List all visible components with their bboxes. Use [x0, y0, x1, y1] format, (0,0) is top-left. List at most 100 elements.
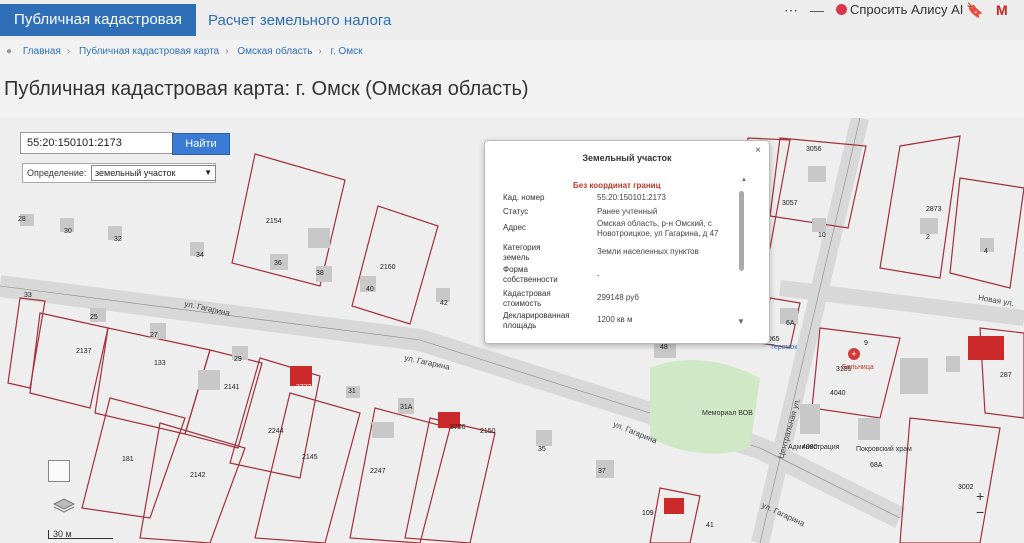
zoom-out-button[interactable]: −	[976, 504, 984, 520]
parcel-label: 30	[64, 228, 72, 235]
parcel-label: 34	[196, 252, 204, 259]
row-label: Форма собственности	[503, 265, 558, 284]
pin-icon: ●	[6, 46, 13, 57]
parcel-label: 2247	[370, 468, 386, 475]
poi-memorial[interactable]: Мемориал ВОВ	[702, 410, 753, 417]
parcel-label: 27	[150, 332, 158, 339]
parcel-label: 41	[706, 522, 714, 529]
parcel-label: 3772	[296, 384, 312, 391]
parcel-label: 2227	[666, 514, 682, 521]
parcel-label: 32	[114, 236, 122, 243]
parcel-label: 2244	[268, 428, 284, 435]
row-value: Ранее учтенный	[597, 207, 658, 216]
popup-warning: Без координат границ	[573, 181, 661, 190]
parcel-label: 48	[660, 344, 668, 351]
parcel-label: 4040	[830, 390, 846, 397]
parcel-label: 28	[18, 216, 26, 223]
parcel-info-popup: Земельный участок × Без координат границ…	[484, 140, 770, 344]
parcel-label: 2	[926, 234, 930, 241]
row-value: -	[597, 271, 600, 280]
parcel-label: 42	[440, 300, 448, 307]
row-value: 1200 кв м	[597, 315, 633, 324]
parcel-label: 10	[818, 232, 826, 239]
parcel-label: 3057	[782, 200, 798, 207]
poi-admin[interactable]: Администрация	[788, 444, 839, 451]
bookmark-icon[interactable]: 🔖	[966, 2, 983, 19]
row-label: Кадастровая стоимость	[503, 289, 551, 308]
parcel-label: 2142	[190, 472, 206, 479]
parcel-label: 3756	[450, 424, 466, 431]
page-title: Публичная кадастровая карта: г. Омск (Ом…	[4, 78, 529, 100]
row-label: Адрес	[503, 223, 526, 232]
parcel-label: 33	[24, 292, 32, 299]
zoom-controls[interactable]: + −	[976, 488, 984, 520]
popup-scrollbar[interactable]	[739, 185, 745, 283]
row-value: 299148 руб	[597, 293, 639, 302]
parcel-label: 2160	[380, 264, 396, 271]
tab-cadastral-map[interactable]: Публичная кадастровая карта	[0, 4, 196, 60]
parcel-label: 287	[1000, 372, 1012, 379]
parcel-label: 6А	[786, 320, 795, 327]
parcel-label: 25	[90, 314, 98, 321]
parcel-label: 68А	[870, 462, 883, 469]
poi-church[interactable]: Покровский храм	[856, 446, 912, 453]
breadcrumb-city[interactable]: г. Омск	[331, 46, 363, 57]
parcel-label: 2873	[926, 206, 942, 213]
tab-land-tax[interactable]: Расчет земельного налога	[208, 12, 391, 29]
parcel-label: 31	[348, 388, 356, 395]
parcel-label: 40	[366, 286, 374, 293]
popup-title: Земельный участок	[582, 153, 672, 163]
parcel-label: 3002	[958, 484, 974, 491]
parcel-label: 35	[538, 446, 546, 453]
poi-health[interactable]: Больница	[842, 364, 874, 371]
hospital-icon: +	[848, 348, 860, 360]
parcel-label: 36	[274, 260, 282, 267]
legend-icon[interactable]	[48, 460, 70, 482]
breadcrumb-map[interactable]: Публичная кадастровая карта	[79, 46, 219, 57]
alice-button[interactable]: Спросить Алису AI	[836, 2, 963, 17]
parcel-label: 9	[864, 340, 868, 347]
parcel-label: 31А	[400, 404, 413, 411]
poi-teremok[interactable]: Теремок	[770, 344, 797, 351]
breadcrumb-region[interactable]: Омская область	[237, 46, 312, 57]
row-label: Категория земель	[503, 243, 541, 262]
parcel-label: 37	[598, 468, 606, 475]
parcel-label: 133	[154, 360, 166, 367]
parcel-label: 4	[984, 248, 988, 255]
scroll-up-icon[interactable]: ▲	[741, 177, 747, 183]
top-bar: Публичная кадастровая карта Расчет земел…	[0, 0, 1024, 60]
map-scale: 30 м	[48, 530, 113, 539]
parcel-label: 2145	[302, 454, 318, 461]
parcel-label: 109	[642, 510, 654, 517]
definition-label: Определение:	[27, 168, 87, 178]
more-icon[interactable]: ⋯	[784, 2, 798, 19]
minimize-icon[interactable]: —	[810, 2, 824, 18]
breadcrumb: ● Главная › Публичная кадастровая карта › …	[6, 46, 363, 57]
search-button[interactable]: Найти	[172, 133, 230, 155]
definition-select[interactable]: земельный участок ▼	[91, 165, 216, 181]
definition-row: Определение: земельный участок ▼	[22, 163, 216, 183]
layers-icon[interactable]	[52, 494, 76, 514]
row-label: Кад. номер	[503, 193, 545, 202]
row-label: Статус	[503, 207, 529, 216]
zoom-in-button[interactable]: +	[976, 488, 984, 504]
parcel-label: 2141	[224, 384, 240, 391]
row-value: 55:20:150101:2173	[597, 193, 666, 202]
cadastral-search-input[interactable]: 55:20:150101:2173	[20, 132, 174, 154]
row-value: Омская область, р-н Омский, с Новотроицк…	[597, 219, 719, 238]
parcel-label: 3056	[806, 146, 822, 153]
parcel-label: 2150	[480, 428, 496, 435]
breadcrumb-home[interactable]: Главная	[23, 46, 61, 57]
cadastral-map[interactable]: 28 30 32 34 2154 36 38 40 2160 42 25 27 …	[0, 118, 1024, 543]
row-label: Декларированная площадь	[503, 311, 570, 330]
mail-icon[interactable]: M	[996, 2, 1008, 18]
close-icon[interactable]: ×	[755, 145, 761, 156]
parcel-label: 38	[316, 270, 324, 277]
parcel-label: 29	[234, 356, 242, 363]
chevron-down-icon: ▼	[204, 168, 212, 177]
parcel-label: 181	[122, 456, 134, 463]
row-value: Земли населенных пунктов	[597, 247, 699, 256]
parcel-label: 2154	[266, 218, 282, 225]
parcel-label: 2137	[76, 348, 92, 355]
alice-icon	[836, 4, 847, 15]
